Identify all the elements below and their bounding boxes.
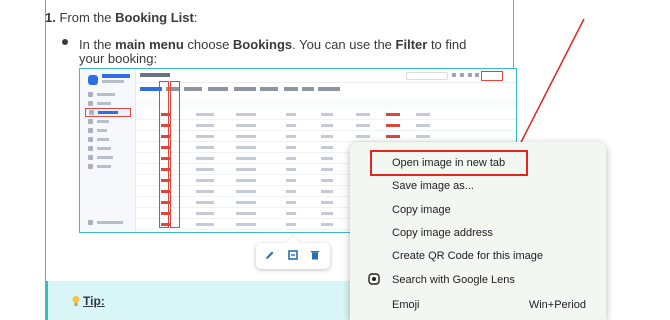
menu-item-copy-image[interactable]: Copy image — [392, 204, 451, 216]
menu-item-open-image-new-tab[interactable]: Open image in new tab — [392, 157, 505, 169]
menu-item-save-image-as[interactable]: Save image as... — [392, 180, 474, 192]
menu-item-search-google-lens[interactable]: Search with Google Lens — [392, 274, 515, 286]
menu-item-create-qr-code[interactable]: Create QR Code for this image — [392, 250, 543, 262]
context-menu: Open image in new tab Save image as... C… — [350, 142, 606, 320]
document-page: 1. From the Booking List: In the main me… — [0, 0, 670, 320]
menu-item-emoji[interactable]: Emoji — [392, 299, 420, 311]
menu-item-copy-image-address[interactable]: Copy image address — [392, 227, 493, 239]
menu-item-emoji-shortcut: Win+Period — [528, 299, 586, 311]
google-lens-icon — [368, 273, 380, 285]
